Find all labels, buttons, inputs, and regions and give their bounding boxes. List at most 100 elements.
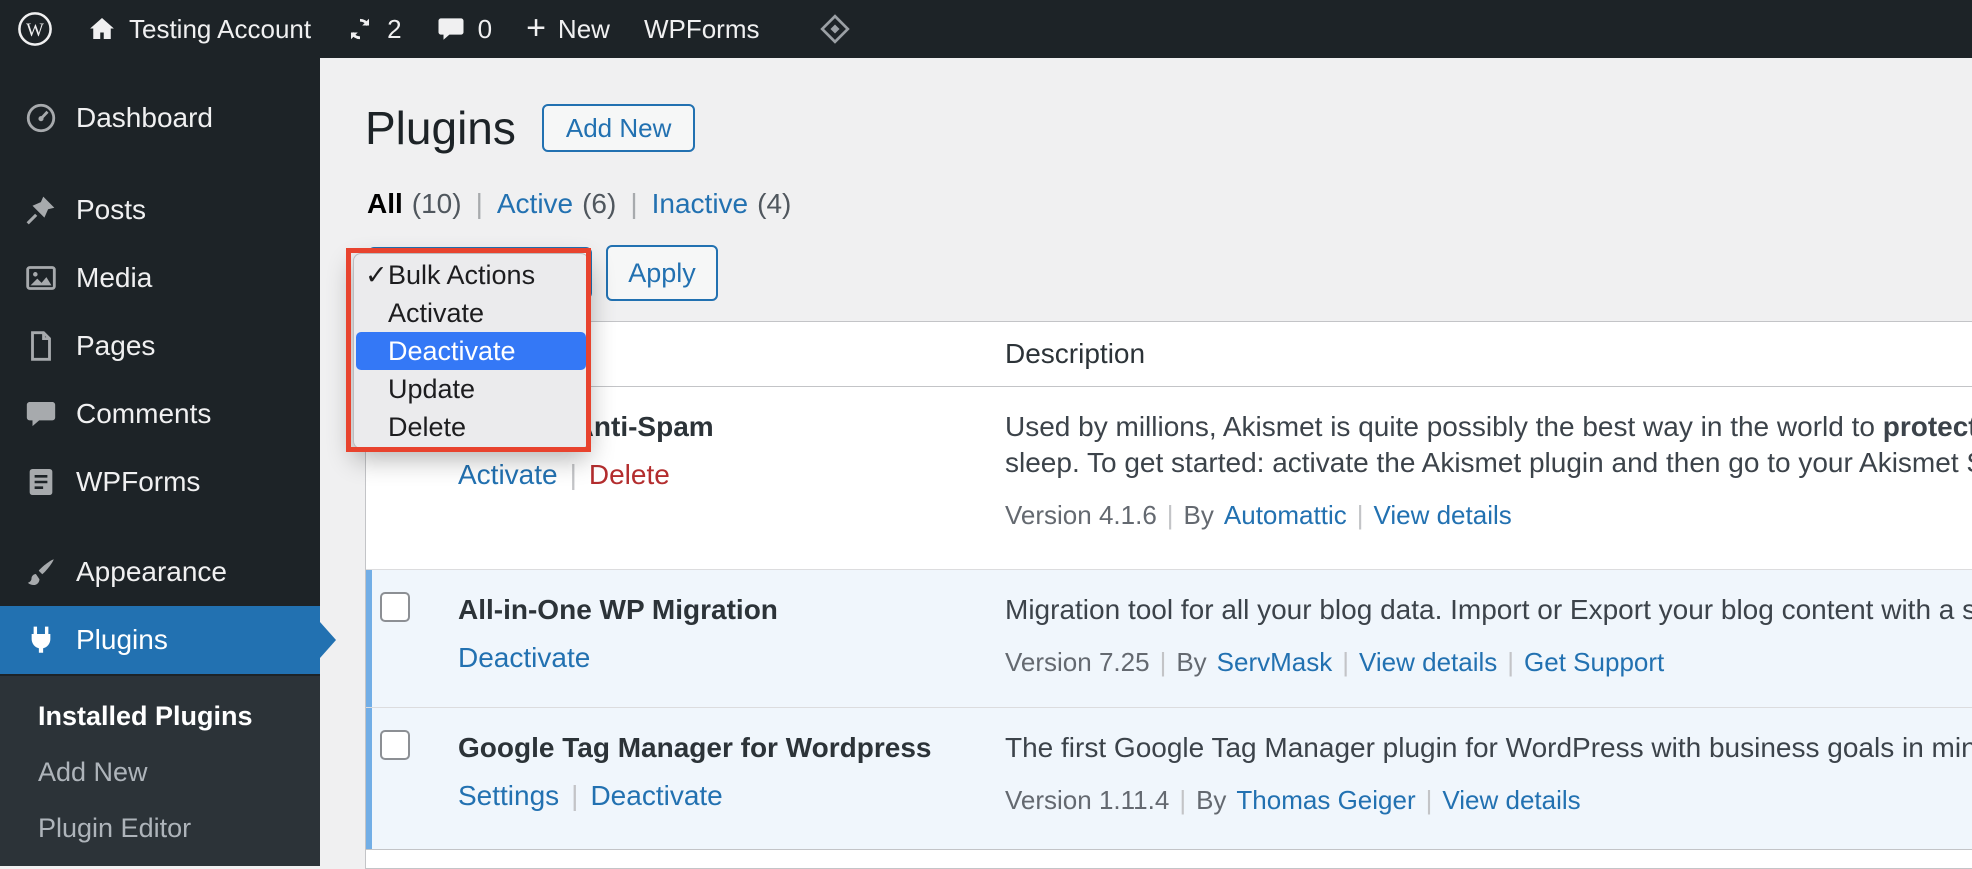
wpforms-menu[interactable]: WPForms — [627, 0, 777, 58]
sidebar-item-label: Appearance — [76, 556, 228, 587]
submenu-installed-plugins[interactable]: Installed Plugins — [0, 688, 320, 744]
row-actions: Settings | Deactivate — [458, 778, 931, 814]
settings-link[interactable]: Settings — [458, 778, 559, 814]
view-details-link[interactable]: View details — [1373, 498, 1511, 532]
sidebar-item-comments[interactable]: Comments — [0, 380, 320, 448]
filter-all[interactable]: All (10) — [367, 188, 462, 220]
plugin-cell: All-in-One WP Migration Deactivate — [458, 592, 778, 676]
filter-links: All (10) | Active (6) | Inactive (4) — [367, 188, 791, 220]
table-row: All-in-One WP Migration Deactivate Migra… — [366, 569, 1972, 707]
sidebar-item-label: Pages — [76, 330, 156, 361]
row-checkbox[interactable] — [380, 730, 410, 760]
description-line: The first Google Tag Manager plugin for … — [1005, 732, 1972, 763]
author-link[interactable]: Automattic — [1224, 498, 1347, 532]
plugin-title: Google Tag Manager for Wordpress — [458, 732, 932, 763]
plugin-cell: Google Tag Manager for Wordpress Setting… — [458, 730, 931, 814]
deactivate-link[interactable]: Deactivate — [590, 778, 722, 814]
menu-separator — [0, 152, 320, 176]
plugin-title: All-in-One WP Migration — [458, 594, 778, 625]
submenu-add-new[interactable]: Add New — [0, 744, 320, 800]
version-line: Version 7.25 | By ServMask | View detail… — [1005, 645, 1665, 679]
get-support-link[interactable]: Get Support — [1524, 645, 1664, 679]
sidebar-item-label: Posts — [76, 194, 147, 225]
site-name: Testing Account — [129, 13, 312, 44]
new-label: New — [557, 13, 610, 44]
sidebar-item-wpforms[interactable]: WPForms — [0, 448, 320, 516]
comments-icon — [24, 397, 58, 431]
sidebar-item-label: Plugins — [76, 624, 168, 655]
dropdown-option-bulk-actions[interactable]: ✓ Bulk Actions — [356, 256, 586, 294]
view-details-link[interactable]: View details — [1359, 645, 1497, 679]
description-cell: Migration tool for all your blog data. I… — [1005, 592, 1972, 679]
submenu-plugin-editor[interactable]: Plugin Editor — [0, 800, 320, 856]
view-details-link[interactable]: View details — [1442, 783, 1580, 817]
menu-separator — [0, 516, 320, 538]
updates-count: 2 — [387, 13, 402, 44]
dropdown-option-update[interactable]: Update — [356, 370, 586, 408]
dashboard-icon — [24, 101, 58, 135]
sidebar-item-posts[interactable]: Posts — [0, 176, 320, 244]
deactivate-link[interactable]: Deactivate — [458, 640, 590, 676]
page-header: Plugins Add New — [365, 100, 696, 156]
table-row: Akismet Anti-Spam Activate | Delete Used… — [366, 387, 1972, 569]
filter-separator: | — [630, 188, 638, 219]
table-row: Google Tag Manager for Wordpress Setting… — [366, 707, 1972, 849]
activate-link[interactable]: Activate — [458, 457, 558, 493]
filter-separator: | — [475, 188, 483, 219]
sidebar-item-dashboard[interactable]: Dashboard — [0, 84, 320, 152]
page-title: Plugins — [365, 102, 516, 154]
delete-link[interactable]: Delete — [589, 457, 670, 493]
main-content: Plugins Add New All (10) | Active (6) | … — [320, 58, 1972, 869]
row-actions: Deactivate — [458, 640, 778, 676]
sidebar-item-label: Media — [76, 262, 153, 293]
description-cell: The first Google Tag Manager plugin for … — [1005, 730, 1972, 817]
dropdown-option-activate[interactable]: Activate — [356, 294, 586, 332]
page-icon — [24, 329, 58, 363]
dropdown-option-deactivate[interactable]: Deactivate — [356, 332, 586, 370]
filter-inactive[interactable]: Inactive (4) — [652, 188, 792, 220]
media-icon — [24, 261, 58, 295]
filter-active[interactable]: Active (6) — [497, 188, 616, 220]
version-line: Version 1.11.4 | By Thomas Geiger | View… — [1005, 783, 1581, 817]
plugins-submenu: Installed Plugins Add New Plugin Editor — [0, 676, 320, 866]
svg-text:W: W — [26, 20, 44, 41]
sidebar-item-pages[interactable]: Pages — [0, 312, 320, 380]
add-new-button[interactable]: Add New — [541, 104, 696, 152]
sidebar: Dashboard Posts Media Pages Comments WPF… — [0, 58, 320, 866]
author-link[interactable]: Thomas Geiger — [1236, 783, 1415, 817]
action-separator: | — [569, 459, 577, 490]
pushpin-icon — [24, 193, 58, 227]
updates-icon — [345, 14, 375, 44]
sidebar-item-plugins[interactable]: Plugins — [0, 606, 320, 674]
new-content-menu[interactable]: + New — [509, 0, 627, 58]
plugins-table: Description Akismet Anti-Spam Activate |… — [365, 321, 1972, 869]
site-menu[interactable]: Testing Account — [70, 0, 328, 58]
comments-menu[interactable]: 0 — [419, 0, 509, 58]
description-line: sleep. To get started: activate the Akis… — [1005, 447, 1972, 478]
column-header-description[interactable]: Description — [1005, 322, 1145, 386]
comments-count: 0 — [477, 13, 493, 44]
description-line: Used by millions, Akismet is quite possi… — [1005, 411, 1972, 442]
dropdown-option-delete[interactable]: Delete — [356, 408, 586, 446]
apply-button[interactable]: Apply — [606, 245, 718, 301]
bulk-actions-dropdown: ✓ Bulk Actions Activate Deactivate Updat… — [353, 253, 589, 449]
checkmark-icon: ✓ — [365, 260, 388, 290]
description-cell: Used by millions, Akismet is quite possi… — [1005, 409, 1972, 532]
home-icon — [87, 14, 117, 44]
wp-logo-menu[interactable]: W — [0, 0, 70, 58]
sidebar-item-appearance[interactable]: Appearance — [0, 538, 320, 606]
author-link[interactable]: ServMask — [1217, 645, 1333, 679]
wordpress-logo-icon: W — [17, 11, 53, 47]
wpforms-diamond-menu[interactable] — [802, 0, 868, 58]
table-header-row: Description — [366, 322, 1972, 387]
admin-bar: W Testing Account 2 0 + New WPForms — [0, 0, 1972, 58]
comment-bubble-icon — [436, 14, 466, 44]
diamond-icon — [819, 13, 851, 45]
paintbrush-icon — [24, 555, 58, 589]
action-separator: | — [571, 780, 579, 811]
row-checkbox[interactable] — [380, 592, 410, 622]
sidebar-item-label: Comments — [76, 398, 212, 429]
sidebar-item-media[interactable]: Media — [0, 244, 320, 312]
plugin-icon — [24, 623, 58, 657]
updates-menu[interactable]: 2 — [328, 0, 418, 58]
